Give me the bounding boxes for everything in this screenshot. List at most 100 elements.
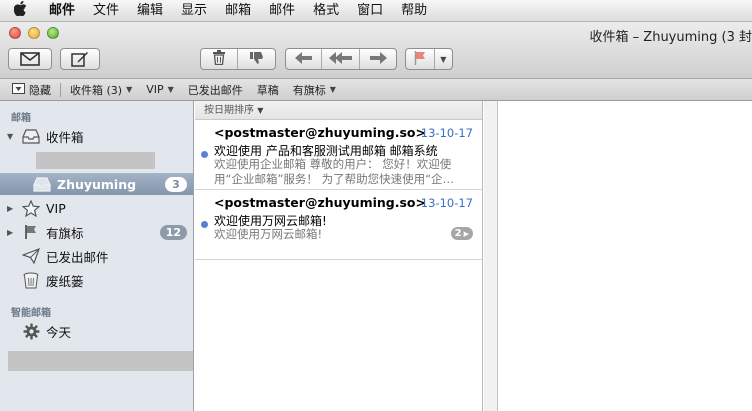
message-sender: <postmaster@zhuyuming.so> (214, 195, 426, 210)
minimize-window-button[interactable] (28, 27, 40, 39)
trash-icon (212, 50, 226, 68)
message-date: 13-10-17 (420, 126, 473, 140)
sidebar-item-trash[interactable]: 废纸篓 (0, 269, 193, 291)
reply-button[interactable] (286, 49, 323, 69)
junk-icon (249, 51, 265, 68)
sidebar-item-label: VIP (46, 200, 66, 216)
menu-file[interactable]: 文件 (84, 0, 128, 22)
sidebar-toggle-icon (12, 82, 25, 97)
thread-count: 2 (454, 228, 462, 239)
disclosure-triangle-icon[interactable]: ▶ (7, 204, 17, 213)
menu-mail-app[interactable]: 邮件 (40, 0, 84, 22)
fav-drafts[interactable]: 草稿 (250, 82, 286, 98)
star-icon (20, 199, 42, 217)
unread-dot-icon (201, 221, 208, 228)
message-sender: <postmaster@zhuyuming.so> (214, 125, 426, 140)
sidebar-item-today[interactable]: 今天 (0, 320, 193, 342)
sidebar-item-sent[interactable]: 已发出邮件 (0, 245, 193, 267)
gear-icon (20, 322, 42, 340)
menu-format[interactable]: 格式 (304, 0, 348, 22)
section-header-mailboxes: 邮箱 (11, 113, 31, 124)
flag-button[interactable] (406, 49, 435, 69)
sidebar-item-label: 已发出邮件 (46, 249, 109, 265)
message-row[interactable]: <postmaster@zhuyuming.so> 13-10-17 欢迎使用万… (195, 190, 482, 260)
unread-count-badge: 3 (165, 177, 187, 192)
menu-window[interactable]: 窗口 (348, 0, 392, 22)
paper-plane-icon (20, 247, 42, 265)
pane-gap (484, 101, 498, 411)
fav-vip[interactable]: VIP ▼ (139, 83, 181, 96)
sidebar-item-account[interactable]: Zhuyuming 3 (0, 173, 193, 195)
delete-button[interactable] (201, 49, 239, 69)
favorites-bar: 隐藏 收件箱 (3) ▼ VIP ▼ 已发出邮件 草稿 有旗标 ▼ (0, 78, 752, 101)
flag-icon (414, 50, 426, 68)
menu-mailbox[interactable]: 邮箱 (216, 0, 260, 22)
inbox-tray-icon (31, 175, 53, 193)
redacted-item (8, 351, 193, 371)
envelope-icon (20, 52, 40, 66)
sidebar-item-label: 收件箱 (46, 129, 84, 145)
disclosure-triangle-icon[interactable]: ▶ (7, 228, 17, 237)
sort-label: 按日期排序 (204, 105, 254, 116)
sidebar-item-label: 有旗标 (46, 225, 84, 241)
junk-button[interactable] (238, 49, 275, 69)
fav-sent-label: 已发出邮件 (187, 83, 243, 97)
reply-forward-group (285, 48, 397, 70)
redacted-account (36, 152, 155, 169)
flag-menu-button[interactable]: ▼ (435, 49, 452, 69)
flagged-count-badge: 12 (159, 225, 187, 240)
flag-icon (20, 223, 42, 241)
fav-drafts-label: 草稿 (256, 83, 279, 97)
menu-bar: 邮件 文件 编辑 显示 邮箱 邮件 格式 窗口 帮助 (0, 0, 752, 22)
unread-dot-icon (201, 151, 208, 158)
chevron-down-icon: ▼ (440, 54, 447, 64)
window-controls (9, 27, 59, 39)
sidebar-item-label: 废纸篓 (46, 273, 84, 289)
window-toolbar: 收件箱 – Zhuyuming (3 封 ▼ (0, 22, 752, 78)
flag-group: ▼ (405, 48, 453, 70)
fav-inbox-label: 收件箱 (3) (70, 83, 123, 97)
chevron-down-icon: ▼ (257, 106, 264, 115)
menu-message[interactable]: 邮件 (260, 0, 304, 22)
chevron-down-icon: ▼ (126, 85, 133, 94)
reply-icon (294, 51, 313, 67)
menu-edit[interactable]: 编辑 (128, 0, 172, 22)
message-date: 13-10-17 (420, 196, 473, 210)
fav-sent[interactable]: 已发出邮件 (181, 82, 250, 98)
menu-view[interactable]: 显示 (172, 0, 216, 22)
sidebar-item-vip[interactable]: ▶ VIP (0, 197, 193, 219)
apple-menu-icon[interactable] (0, 0, 40, 20)
message-list: 按日期排序 ▼ <postmaster@zhuyuming.so> 13-10-… (195, 101, 483, 411)
message-preview: 欢迎使用万网云邮箱! (214, 227, 323, 241)
zoom-window-button[interactable] (47, 27, 59, 39)
delete-junk-group (200, 48, 276, 70)
get-mail-button[interactable] (8, 48, 52, 70)
mailbox-sidebar: 邮箱 ▼ 收件箱 Zhuyuming 3 ▶ VIP ▶ 有旗标 12 已发出邮… (0, 101, 194, 411)
fav-flagged-label: 有旗标 (292, 83, 326, 97)
menu-help[interactable]: 帮助 (392, 0, 436, 22)
disclosure-triangle-icon[interactable]: ▼ (7, 132, 17, 141)
message-row[interactable]: <postmaster@zhuyuming.so> 13-10-17 欢迎使用 … (195, 120, 482, 190)
compose-icon (71, 51, 89, 67)
hide-label: 隐藏 (29, 83, 51, 97)
sort-button[interactable]: 按日期排序 ▼ (195, 101, 482, 120)
forward-button[interactable] (360, 49, 396, 69)
divider (60, 82, 61, 97)
message-preview: 欢迎使用企业邮箱 尊敬的用户： 您好！欢迎使用“企业邮箱”服务！ 为了帮助您快速… (214, 157, 455, 186)
trash-icon (20, 271, 42, 289)
compose-button[interactable] (60, 48, 100, 70)
fav-flagged[interactable]: 有旗标 ▼ (286, 82, 343, 98)
close-window-button[interactable] (9, 27, 21, 39)
chevron-down-icon: ▼ (167, 85, 174, 94)
sidebar-item-label: 今天 (46, 324, 72, 340)
fav-inbox[interactable]: 收件箱 (3) ▼ (63, 82, 139, 98)
hide-mailboxes-button[interactable]: 隐藏 (0, 82, 58, 98)
thread-count-badge[interactable]: 2 ▶ (450, 227, 473, 240)
reply-all-button[interactable] (322, 49, 360, 69)
fav-vip-label: VIP (146, 83, 164, 96)
chevron-down-icon: ▼ (329, 85, 336, 94)
sidebar-item-inbox[interactable]: ▼ 收件箱 (0, 125, 193, 147)
sidebar-item-flagged[interactable]: ▶ 有旗标 12 (0, 221, 193, 243)
inbox-tray-icon (20, 127, 42, 145)
window-title: 收件箱 – Zhuyuming (3 封 (589, 30, 752, 45)
